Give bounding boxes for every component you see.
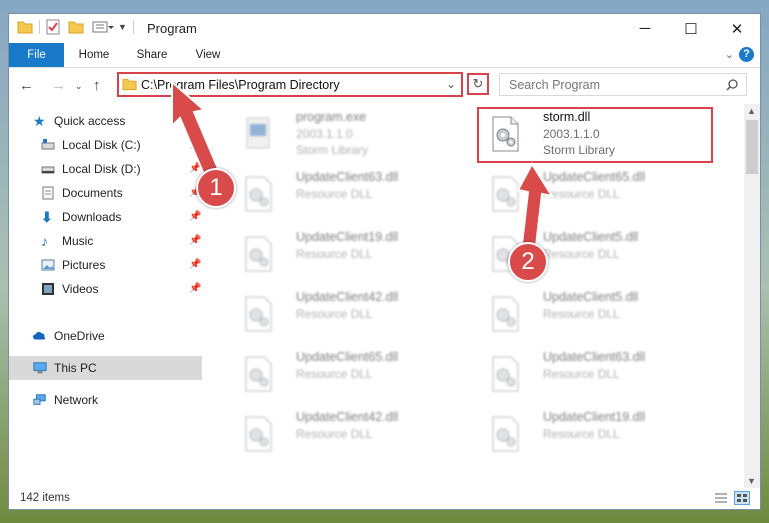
annotation-marker-2: 2 xyxy=(508,242,548,282)
annotation-marker-1: 1 xyxy=(196,168,236,208)
arrow-2 xyxy=(516,162,555,248)
annotation-arrows xyxy=(171,79,555,248)
